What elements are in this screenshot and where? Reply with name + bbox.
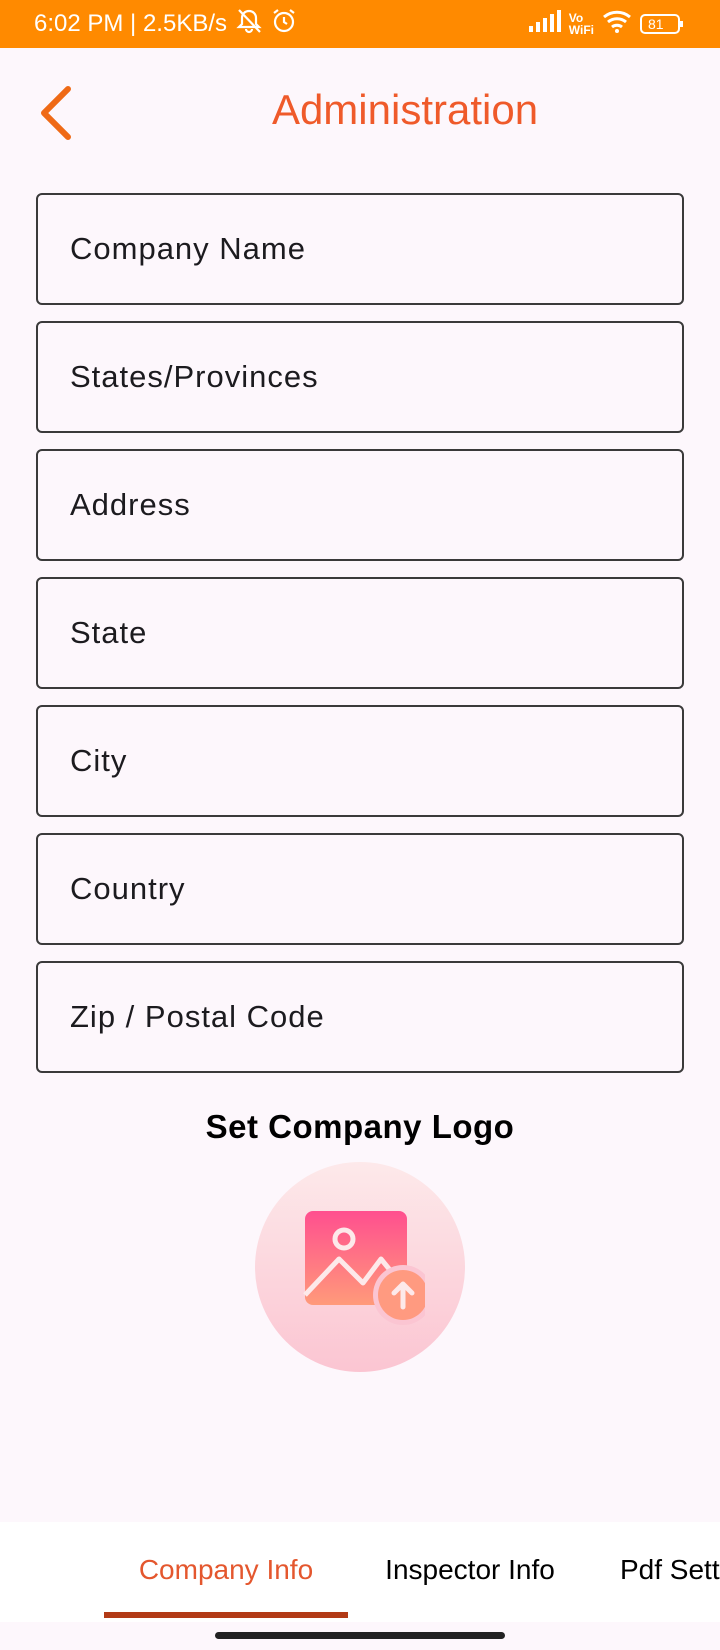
status-bar: 6:02 PM | 2.5KB/s Vo WiFi 81	[0, 0, 720, 48]
logo-picker-button[interactable]	[255, 1162, 465, 1372]
states-provinces-field[interactable]	[36, 321, 684, 433]
tab-inspector-info[interactable]: Inspector Info	[348, 1522, 592, 1618]
notifications-muted-icon	[235, 8, 263, 41]
vowifi-icon: Vo WiFi	[569, 12, 594, 36]
status-left: 6:02 PM | 2.5KB/s	[34, 8, 297, 41]
tab-company-info-label: Company Info	[138, 1554, 314, 1585]
country-input[interactable]	[70, 871, 682, 907]
states-provinces-input[interactable]	[70, 359, 682, 395]
address-input[interactable]	[70, 487, 682, 523]
page-title: Administration	[271, 86, 539, 133]
company-name-field[interactable]	[36, 193, 684, 305]
alarm-icon	[271, 8, 297, 41]
tab-pdf-settings[interactable]: Pdf Settings	[620, 1522, 720, 1618]
city-field[interactable]	[36, 705, 684, 817]
logo-heading: Set Company Logo	[205, 1108, 515, 1145]
tab-company-info[interactable]: Company Info	[104, 1522, 348, 1618]
company-name-input[interactable]	[70, 231, 682, 267]
status-right: Vo WiFi 81	[528, 9, 684, 40]
bottom-tab-bar: Company Info Inspector Info Pdf Settings	[0, 1522, 720, 1622]
image-upload-icon	[303, 1211, 425, 1325]
status-time-speed: 6:02 PM | 2.5KB/s	[34, 10, 227, 37]
battery-icon: 81	[640, 13, 684, 35]
tab-indicator	[104, 1612, 348, 1618]
address-field[interactable]	[36, 449, 684, 561]
city-input[interactable]	[70, 743, 682, 779]
tab-inspector-info-label: Inspector Info	[385, 1554, 555, 1585]
state-field[interactable]	[36, 577, 684, 689]
signal-icon	[528, 9, 561, 39]
company-form	[36, 193, 684, 1089]
country-field[interactable]	[36, 833, 684, 945]
app-bar: Administration	[0, 48, 720, 178]
battery-level: 81	[648, 16, 664, 32]
tab-pdf-settings-label: Pdf Settings	[620, 1554, 720, 1585]
wifi-icon	[602, 9, 632, 40]
zip-postal-code-field[interactable]	[36, 961, 684, 1073]
vowifi-bottom: WiFi	[568, 23, 594, 37]
zip-postal-code-input[interactable]	[70, 999, 682, 1035]
home-indicator[interactable]	[215, 1632, 505, 1639]
state-input[interactable]	[70, 615, 682, 651]
